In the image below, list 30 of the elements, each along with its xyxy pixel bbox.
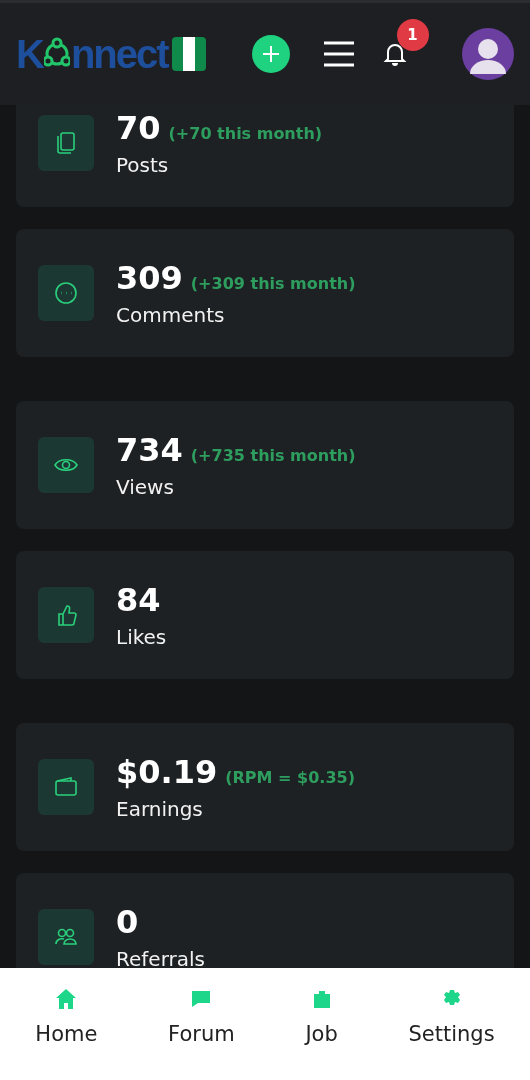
avatar[interactable] (462, 28, 514, 80)
stat-icon (53, 280, 79, 306)
stat-label: Views (116, 475, 175, 499)
plus-icon (260, 44, 281, 64)
stat-value: 309 (116, 259, 183, 297)
logo-text: K (16, 34, 43, 74)
stat-change: (+70 this month) (168, 124, 323, 143)
add-button[interactable] (251, 35, 290, 73)
nav-tab[interactable]: Job (305, 988, 338, 1046)
stat-label: Likes (116, 625, 167, 649)
nav-tab[interactable]: Forum (168, 988, 235, 1046)
stat-change: (RPM = $0.35) (225, 768, 355, 787)
notification-bell-icon[interactable] (382, 41, 407, 67)
stat-value: $0.19 (116, 753, 218, 791)
stat-change: (+309 this month) (190, 274, 356, 293)
stat-value: 84 (116, 581, 161, 619)
stat-label: Earnings (116, 797, 204, 821)
stat-value: 734 (116, 431, 183, 469)
stat-change: (+735 this month) (190, 446, 356, 465)
logo-text: nnect (70, 34, 168, 74)
notification-badge: 1 (396, 19, 429, 51)
stat-value: 0 (116, 903, 139, 941)
stat-label: Referrals (116, 947, 205, 968)
flag-icon (171, 37, 206, 71)
nav-tab[interactable]: Settings (408, 988, 495, 1046)
stat-label: Comments (116, 303, 226, 327)
nav-tab[interactable]: Home (35, 988, 98, 1046)
stat-value: 70 (116, 109, 161, 147)
menu-icon[interactable] (322, 41, 355, 67)
stat-label: Posts (116, 153, 170, 177)
